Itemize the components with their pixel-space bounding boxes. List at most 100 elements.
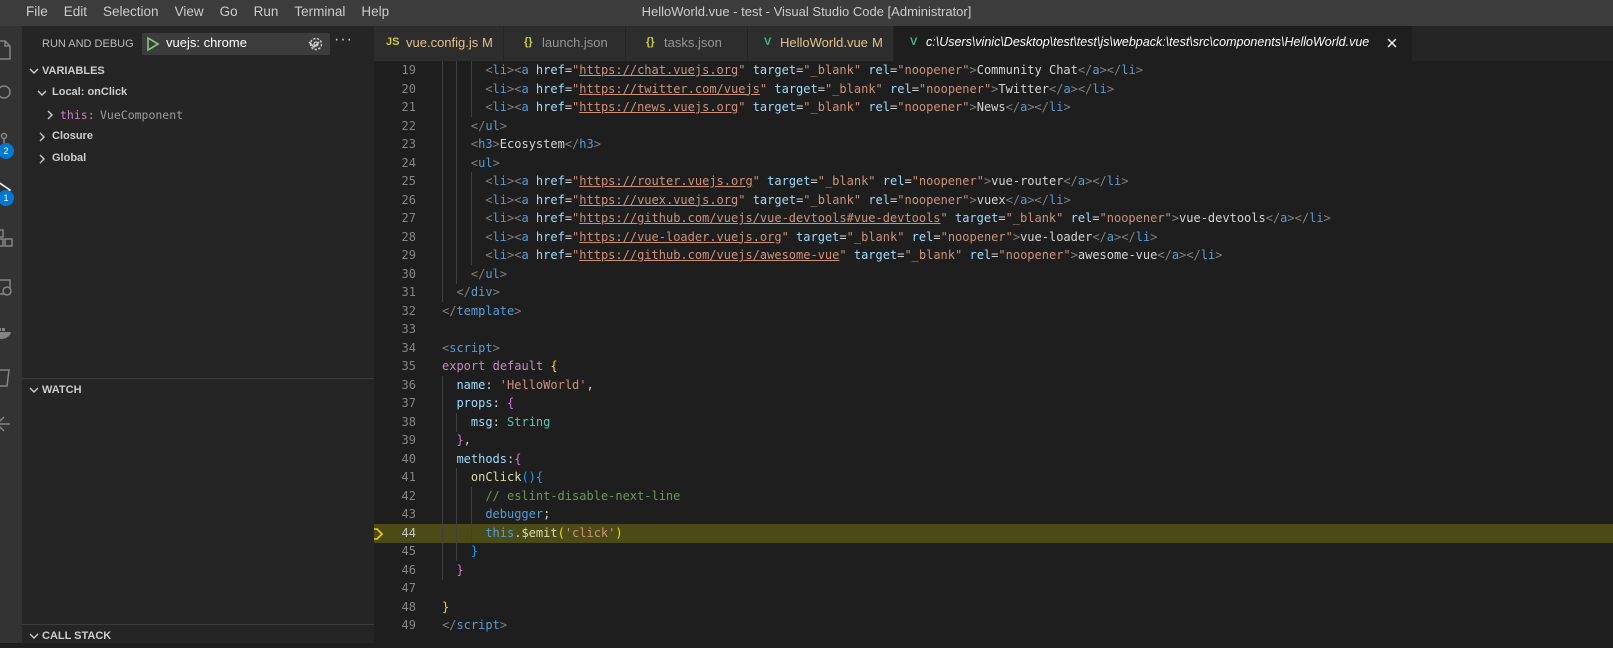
line-number[interactable]: 42 bbox=[374, 487, 416, 506]
code-line[interactable]: 20 <li><a href="https://twitter.com/vuejs… bbox=[374, 79, 1613, 99]
line-code: </ul> bbox=[470, 266, 508, 281]
line-number[interactable]: 48 bbox=[374, 598, 416, 617]
code-line[interactable]: 37 props: { bbox=[374, 394, 1613, 413]
line-number[interactable]: 45 bbox=[374, 542, 416, 561]
menu-edit[interactable]: Edit bbox=[56, 0, 95, 26]
line-number[interactable]: 27 bbox=[374, 209, 416, 228]
line-number[interactable]: 37 bbox=[374, 394, 416, 413]
code-line[interactable]: 33 bbox=[374, 320, 1613, 339]
line-number[interactable]: 22 bbox=[374, 117, 416, 136]
variable-this[interactable]: this: VueComponent bbox=[22, 104, 374, 126]
code-line[interactable]: 43 debugger; bbox=[374, 505, 1613, 524]
menu-terminal[interactable]: Terminal bbox=[286, 0, 353, 26]
line-number[interactable]: 46 bbox=[374, 561, 416, 580]
scope-global[interactable]: Global bbox=[22, 148, 374, 170]
paused-breakpoint-icon[interactable] bbox=[374, 527, 384, 541]
code-line[interactable]: 25 <li><a href="https://router.vuejs.org"… bbox=[374, 172, 1613, 191]
code-line[interactable]: 49 </script> bbox=[374, 616, 1613, 635]
call-stack-section-header[interactable]: CALL STACK bbox=[22, 626, 374, 648]
code-line[interactable]: 29 <li><a href="https://github.com/vuejs/… bbox=[374, 246, 1613, 265]
tab-vue-config[interactable]: JS vue.config.js M bbox=[374, 26, 504, 61]
line-number[interactable]: 39 bbox=[374, 431, 416, 450]
line-number[interactable]: 20 bbox=[374, 80, 416, 99]
code-line[interactable]: 38 msg: String bbox=[374, 412, 1613, 432]
menu-run[interactable]: Run bbox=[246, 0, 287, 26]
code-line[interactable]: 48} bbox=[374, 598, 1613, 617]
menu-selection[interactable]: Selection bbox=[95, 0, 167, 26]
code-line[interactable]: 27 <li><a href="https://github.com/vuejs/… bbox=[374, 209, 1613, 228]
tab-tasks-json[interactable]: {} tasks.json bbox=[626, 26, 748, 61]
watch-section-header[interactable]: WATCH bbox=[22, 380, 374, 402]
testing-icon[interactable] bbox=[0, 362, 22, 392]
start-debugging-icon[interactable] bbox=[146, 36, 160, 52]
tab-helloworld-vue[interactable]: V HelloWorld.vue M bbox=[748, 26, 894, 61]
search-icon[interactable] bbox=[0, 78, 22, 108]
line-number[interactable]: 32 bbox=[374, 302, 416, 321]
code-line[interactable]: 42 // eslint-disable-next-line bbox=[374, 486, 1613, 506]
code-line[interactable]: 22 </ul> bbox=[374, 116, 1613, 136]
docker-icon[interactable] bbox=[0, 316, 22, 346]
code-line[interactable]: 23 <h3>Ecosystem</h3> bbox=[374, 135, 1613, 154]
code-line[interactable]: 34 <script> bbox=[374, 339, 1613, 358]
line-number[interactable]: 40 bbox=[374, 450, 416, 469]
line-number[interactable]: 38 bbox=[374, 413, 416, 432]
menu-go[interactable]: Go bbox=[212, 0, 246, 26]
close-icon[interactable] bbox=[1385, 36, 1399, 50]
menu-file[interactable]: File bbox=[18, 0, 56, 26]
line-number[interactable]: 26 bbox=[374, 191, 416, 210]
code-line[interactable]: 24 <ul> bbox=[374, 153, 1613, 173]
variables-section-header[interactable]: VARIABLES bbox=[22, 61, 374, 83]
code-editor[interactable]: 19 <li><a href="https://chat.vuejs.org" t… bbox=[374, 61, 1613, 643]
tab-launch-json[interactable]: {} launch.json bbox=[504, 26, 626, 61]
menu-view[interactable]: View bbox=[167, 0, 212, 26]
line-number[interactable]: 36 bbox=[374, 376, 416, 395]
line-number[interactable]: 31 bbox=[374, 283, 416, 302]
run-debug-icon[interactable]: 1 bbox=[0, 174, 22, 206]
line-number[interactable]: 33 bbox=[374, 320, 416, 339]
debug-config-select[interactable]: vuejs: chrome bbox=[142, 33, 330, 55]
code-line[interactable]: 39}, bbox=[374, 431, 1613, 450]
code-line[interactable]: 19 <li><a href="https://chat.vuejs.org" t… bbox=[374, 61, 1613, 80]
code-line[interactable]: 35 export default { bbox=[374, 357, 1613, 376]
code-line[interactable]: 36 name: 'HelloWorld', bbox=[374, 375, 1613, 395]
code-line[interactable]: 26 <li><a href="https://vuex.vuejs.org" t… bbox=[374, 190, 1613, 210]
code-line[interactable]: 28 <li><a href="https://vue-loader.vuejs.… bbox=[374, 227, 1613, 247]
line-code: export default { bbox=[442, 359, 558, 373]
code-line[interactable]: 46} bbox=[374, 560, 1613, 580]
code-line[interactable]: 40 methods:{ bbox=[374, 449, 1613, 469]
line-number[interactable]: 28 bbox=[374, 228, 416, 247]
code-line[interactable]: 31 </div> bbox=[374, 283, 1613, 302]
tab-helloworld-vue-source[interactable]: V c:\Users\vinic\Desktop\test\test\js\we… bbox=[894, 26, 1413, 61]
line-number[interactable]: 47 bbox=[374, 579, 416, 598]
line-number[interactable]: 24 bbox=[374, 154, 416, 173]
source-control-icon[interactable]: 2 bbox=[0, 126, 22, 159]
remote-icon[interactable] bbox=[0, 272, 22, 302]
scope-local[interactable]: Local: onClick bbox=[22, 82, 374, 104]
code-line[interactable]: 21 <li><a href="https://news.vuejs.org" t… bbox=[374, 98, 1613, 117]
line-number[interactable]: 43 bbox=[374, 505, 416, 524]
code-line[interactable]: 30 </ul> bbox=[374, 264, 1613, 284]
chevron-down-icon bbox=[29, 633, 39, 639]
code-line[interactable]: 44 this.$emit('click') bbox=[374, 523, 1613, 543]
more-actions-icon[interactable]: ··· bbox=[334, 31, 353, 49]
menu-help[interactable]: Help bbox=[353, 0, 397, 26]
line-number[interactable]: 29 bbox=[374, 246, 416, 265]
line-number[interactable]: 35 bbox=[374, 357, 416, 376]
live-share-icon[interactable] bbox=[0, 408, 22, 438]
scope-closure[interactable]: Closure bbox=[22, 126, 374, 148]
code-line[interactable]: 41 onClick(){ bbox=[374, 468, 1613, 487]
line-number[interactable]: 19 bbox=[374, 61, 416, 80]
explorer-icon[interactable] bbox=[0, 34, 22, 64]
code-line[interactable]: 47 bbox=[374, 579, 1613, 598]
code-line[interactable]: 32 </template> bbox=[374, 302, 1613, 321]
line-number[interactable]: 49 bbox=[374, 616, 416, 635]
line-number[interactable]: 23 bbox=[374, 135, 416, 154]
line-number[interactable]: 30 bbox=[374, 265, 416, 284]
extensions-icon[interactable] bbox=[0, 222, 22, 252]
line-number[interactable]: 21 bbox=[374, 98, 416, 117]
line-number[interactable]: 25 bbox=[374, 172, 416, 191]
code-line[interactable]: 45} bbox=[374, 542, 1613, 561]
line-number[interactable]: 41 bbox=[374, 468, 416, 487]
gear-icon[interactable] bbox=[308, 36, 324, 52]
line-number[interactable]: 34 bbox=[374, 339, 416, 358]
